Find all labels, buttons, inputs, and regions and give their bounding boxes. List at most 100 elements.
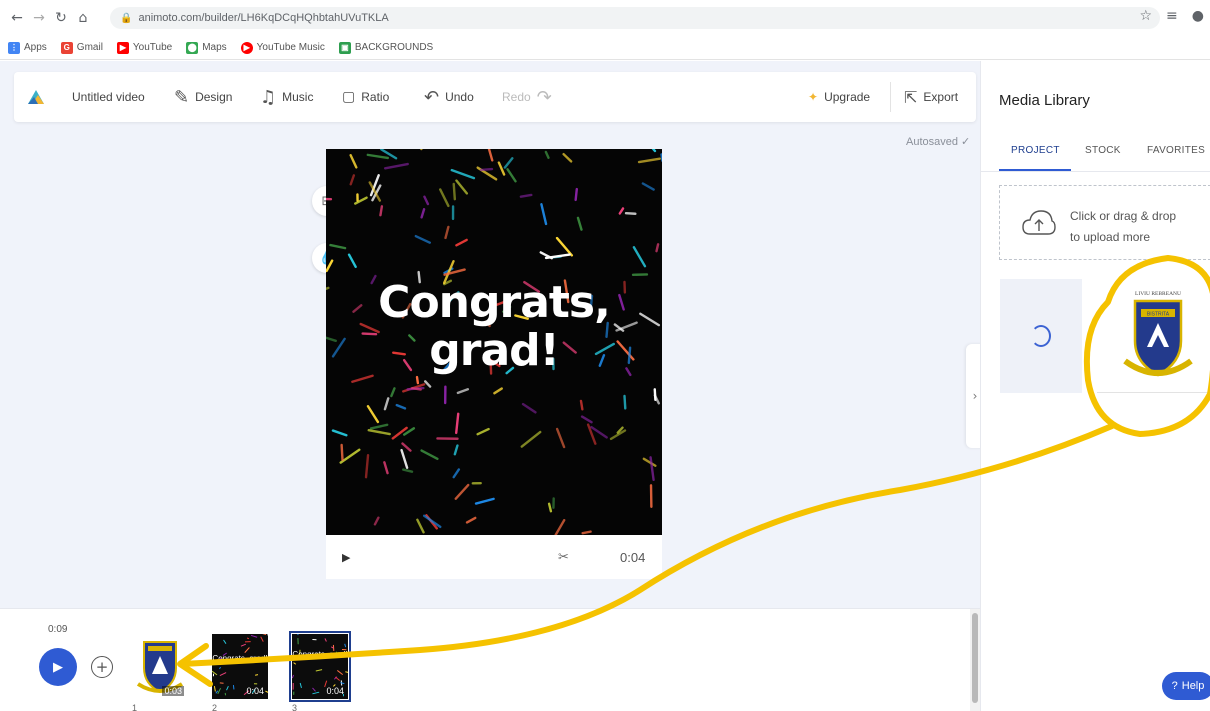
preview-playbar: ▶ ✂ 0:04 — [326, 535, 662, 579]
bookmark-star-icon[interactable]: ☆ — [1139, 8, 1152, 24]
tab-favorites[interactable]: FAVORITES — [1147, 145, 1205, 156]
youtube-icon: ▶ — [116, 41, 129, 54]
youtube-music-icon: ▶ — [240, 41, 253, 54]
design-label: Design — [195, 90, 233, 104]
lock-icon: 🔒 — [120, 12, 133, 24]
bookmark-maps[interactable]: ⬤ Maps — [186, 41, 227, 54]
tab-project[interactable]: PROJECT — [1011, 145, 1060, 156]
animoto-logo[interactable] — [26, 72, 46, 122]
video-preview-canvas[interactable]: Congrats, grad! — [326, 149, 662, 535]
url-text: animoto.com/builder/LH6KqDCqHQhbtahUVuTK… — [138, 12, 389, 24]
add-block-button[interactable]: + — [91, 656, 113, 678]
undo-label: Undo — [445, 90, 474, 104]
media-library-panel: Media Library PROJECT STOCK FAVORITES Cl… — [980, 61, 1210, 711]
cloud-upload-icon — [1022, 210, 1056, 235]
tab-stock[interactable]: STOCK — [1085, 145, 1121, 156]
apps-grid-icon: ⋮ — [8, 41, 20, 54]
back-icon[interactable]: ← — [6, 10, 28, 26]
clip-duration: 0:04 — [246, 686, 264, 696]
chevron-right-icon: › — [972, 389, 978, 403]
preview-duration: 0:04 — [620, 549, 646, 565]
ratio-button[interactable]: ▢ Ratio — [342, 72, 389, 122]
undo-button[interactable]: ↶ Undo — [424, 72, 474, 122]
ratio-icon: ▢ — [342, 89, 356, 105]
clip-duration: 0:04 — [326, 686, 344, 696]
export-label: Export — [923, 90, 959, 104]
bookmark-label: YouTube — [132, 42, 173, 53]
design-button[interactable]: ✎ Design — [174, 72, 232, 122]
help-button[interactable]: ? Help — [1162, 672, 1210, 700]
brush-icon: ✎ — [174, 86, 190, 108]
url-field[interactable]: 🔒 animoto.com/builder/LH6KqDCqHQhbtahUVu… — [110, 7, 1160, 29]
timeline: 0:09 ▶ + 0:03 1 Congrats, grad! 0:04 2 C… — [0, 608, 980, 711]
preview-headline[interactable]: Congrats, grad! — [326, 279, 662, 375]
plus-icon: + — [95, 658, 109, 676]
tab-divider — [981, 171, 1210, 172]
headline-line-2: grad! — [429, 325, 559, 376]
export-button[interactable]: ⇱ Export — [904, 72, 958, 122]
crest-caption-text: LIVIU REBREANU — [1135, 291, 1181, 297]
clip-number: 2 — [212, 703, 218, 711]
timeline-clip-1[interactable]: 0:03 — [132, 634, 188, 699]
bookmark-label: Maps — [202, 42, 227, 53]
bookmark-gmail[interactable]: G Gmail — [60, 41, 103, 54]
bookmark-label: Gmail — [76, 42, 103, 53]
preview-play-icon[interactable]: ▶ — [342, 551, 350, 564]
upgrade-button[interactable]: ✦ Upgrade — [808, 72, 870, 122]
bookmark-backgrounds[interactable]: ▣ BACKGROUNDS — [338, 41, 434, 54]
ratio-label: Ratio — [361, 90, 390, 104]
upload-text-line-1: Click or drag & drop — [1070, 209, 1177, 223]
clip-caption: Congrats, grad! — [212, 654, 268, 663]
profile-icon[interactable]: ● — [1192, 8, 1204, 24]
active-tab-indicator — [999, 169, 1071, 171]
clip-duration: 0:03 — [162, 686, 184, 696]
folder-icon: ▣ — [338, 41, 351, 54]
scrollbar-thumb[interactable] — [972, 613, 978, 703]
media-tile-school-logo[interactable]: BISTRITA LIVIU REBREANU — [1097, 279, 1210, 393]
scissors-icon[interactable]: ✂ — [558, 550, 569, 565]
toolbar-divider — [890, 82, 891, 112]
library-title: Media Library — [999, 92, 1090, 109]
bookmark-youtube-music[interactable]: ▶ YouTube Music — [240, 41, 325, 54]
play-icon: ▶ — [53, 659, 63, 674]
video-title-button[interactable]: Untitled video — [72, 72, 145, 122]
forward-icon[interactable]: → — [28, 10, 50, 26]
undo-icon: ↶ — [424, 86, 440, 108]
clip-number: 1 — [132, 703, 138, 711]
animoto-logo-icon — [28, 90, 44, 104]
timeline-clip-3[interactable]: Congrats, grad! 0:04 — [289, 631, 351, 702]
bookmarks-bar: ⋮ Apps G Gmail ▶ YouTube ⬤ Maps ▶ YouTub… — [0, 36, 1210, 60]
question-icon: ? — [1171, 680, 1178, 692]
help-label: Help — [1181, 680, 1205, 692]
export-icon: ⇱ — [904, 87, 918, 107]
upload-dropzone[interactable]: Click or drag & drop to upload more — [999, 185, 1210, 260]
upload-text-line-2: to upload more — [1070, 230, 1151, 244]
bookmark-apps[interactable]: ⋮ Apps — [8, 41, 47, 54]
clip-number: 3 — [292, 703, 298, 711]
gmail-icon: G — [60, 41, 73, 54]
reading-list-icon[interactable]: ≡ — [1166, 8, 1178, 24]
reload-icon[interactable]: ↻ — [50, 10, 72, 26]
crest-banner-text: BISTRITA — [1147, 312, 1170, 318]
headline-line-1: Congrats, — [378, 277, 611, 328]
music-note-icon: ♫ — [260, 86, 277, 108]
timeline-scrollbar[interactable] — [970, 609, 980, 711]
bookmark-label: Apps — [24, 42, 47, 53]
clip-caption: Congrats, grad! — [292, 650, 348, 659]
music-label: Music — [282, 90, 314, 104]
bookmark-label: YouTube Music — [256, 42, 325, 53]
video-title: Untitled video — [72, 90, 145, 104]
maps-pin-icon: ⬤ — [186, 41, 199, 54]
timeline-clip-2[interactable]: Congrats, grad! 0:04 — [212, 634, 268, 699]
bookmark-label: BACKGROUNDS — [354, 42, 434, 53]
upgrade-label: Upgrade — [824, 90, 871, 104]
home-icon[interactable]: ⌂ — [72, 10, 94, 26]
redo-button[interactable]: Redo ↷ — [502, 72, 552, 122]
browser-address-bar: ← → ↻ ⌂ 🔒 animoto.com/builder/LH6KqDCqHQ… — [0, 0, 1210, 36]
redo-label: Redo — [502, 90, 531, 104]
sparkle-icon: ✦ — [808, 90, 819, 104]
music-button[interactable]: ♫ Music — [260, 72, 313, 122]
timeline-play-button[interactable]: ▶ — [39, 648, 77, 686]
media-tile-loading[interactable] — [1000, 279, 1082, 393]
bookmark-youtube[interactable]: ▶ YouTube — [116, 41, 173, 54]
